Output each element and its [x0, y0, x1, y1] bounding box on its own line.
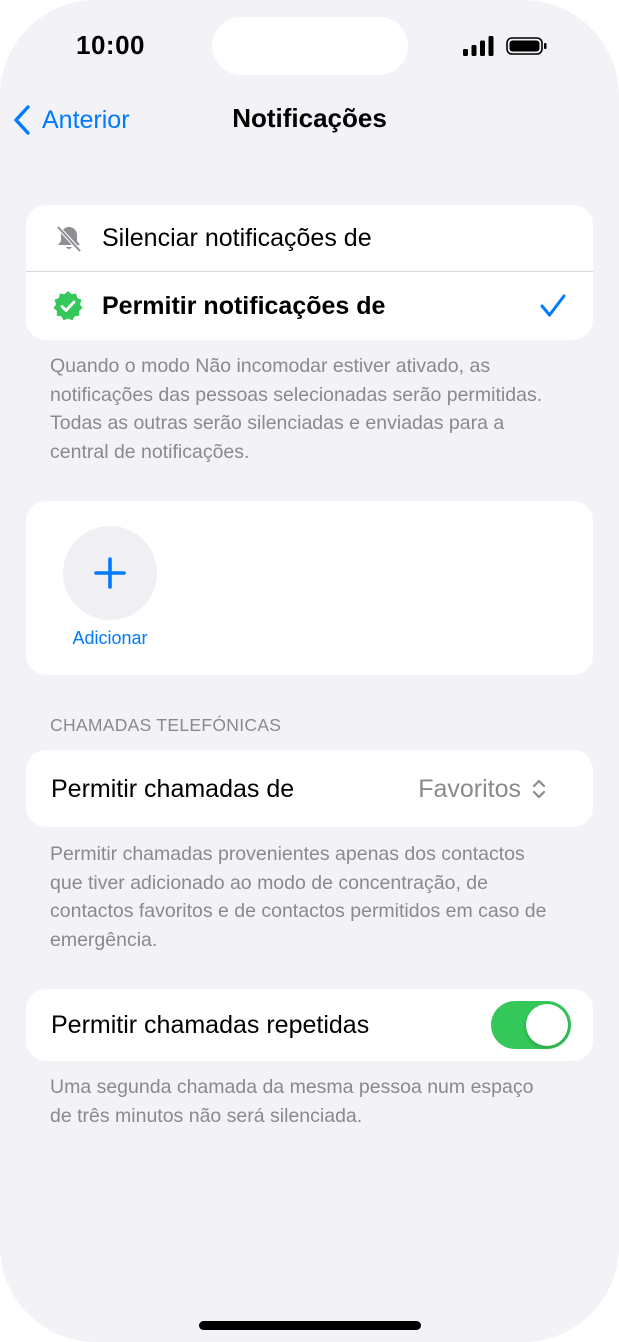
people-card: Adicionar [26, 501, 593, 675]
option-allow-notifications[interactable]: Permitir notificações de [26, 272, 593, 340]
section-header-calls: CHAMADAS TELEFÓNICAS [50, 715, 282, 735]
home-indicator[interactable] [199, 1321, 421, 1330]
allow-calls-card: Permitir chamadas de Favoritos [26, 750, 593, 827]
phone-screen: 10:00 Anterior Notificações Silenciar no… [0, 0, 619, 1342]
allow-calls-row[interactable]: Permitir chamadas de Favoritos [26, 750, 593, 827]
silence-notifications-label: Silenciar notificações de [102, 224, 372, 252]
verified-badge-icon [53, 291, 83, 321]
allow-notifications-label: Permitir notificações de [102, 292, 386, 320]
allow-calls-label: Permitir chamadas de [51, 775, 295, 803]
bell-slash-icon [56, 225, 82, 253]
signal-icon [463, 36, 494, 56]
add-person-button[interactable] [63, 526, 157, 620]
notification-mode-card: Silenciar notificações de Permitir notif… [26, 205, 593, 340]
plus-icon [94, 557, 126, 589]
toggle-knob [526, 1004, 568, 1046]
notifications-footnote: Quando o modo Não incomodar estiver ativ… [50, 355, 543, 463]
chevron-up-down-icon [532, 779, 546, 799]
allow-calls-value: Favoritos [418, 775, 521, 803]
repeated-calls-card: Permitir chamadas repetidas [26, 989, 593, 1061]
add-person-label[interactable]: Adicionar [26, 628, 194, 649]
status-time: 10:00 [76, 30, 145, 60]
repeated-calls-toggle[interactable] [491, 1001, 571, 1049]
battery-icon [506, 37, 547, 55]
repeated-calls-label: Permitir chamadas repetidas [51, 1011, 370, 1039]
page-title: Notificações [232, 103, 387, 133]
allow-calls-footnote: Permitir chamadas provenientes apenas do… [50, 843, 547, 951]
checkmark-icon [540, 294, 566, 317]
dynamic-island [212, 17, 408, 75]
repeated-calls-footnote: Uma segunda chamada da mesma pessoa num … [50, 1076, 534, 1127]
option-silence-notifications[interactable]: Silenciar notificações de [26, 205, 593, 271]
